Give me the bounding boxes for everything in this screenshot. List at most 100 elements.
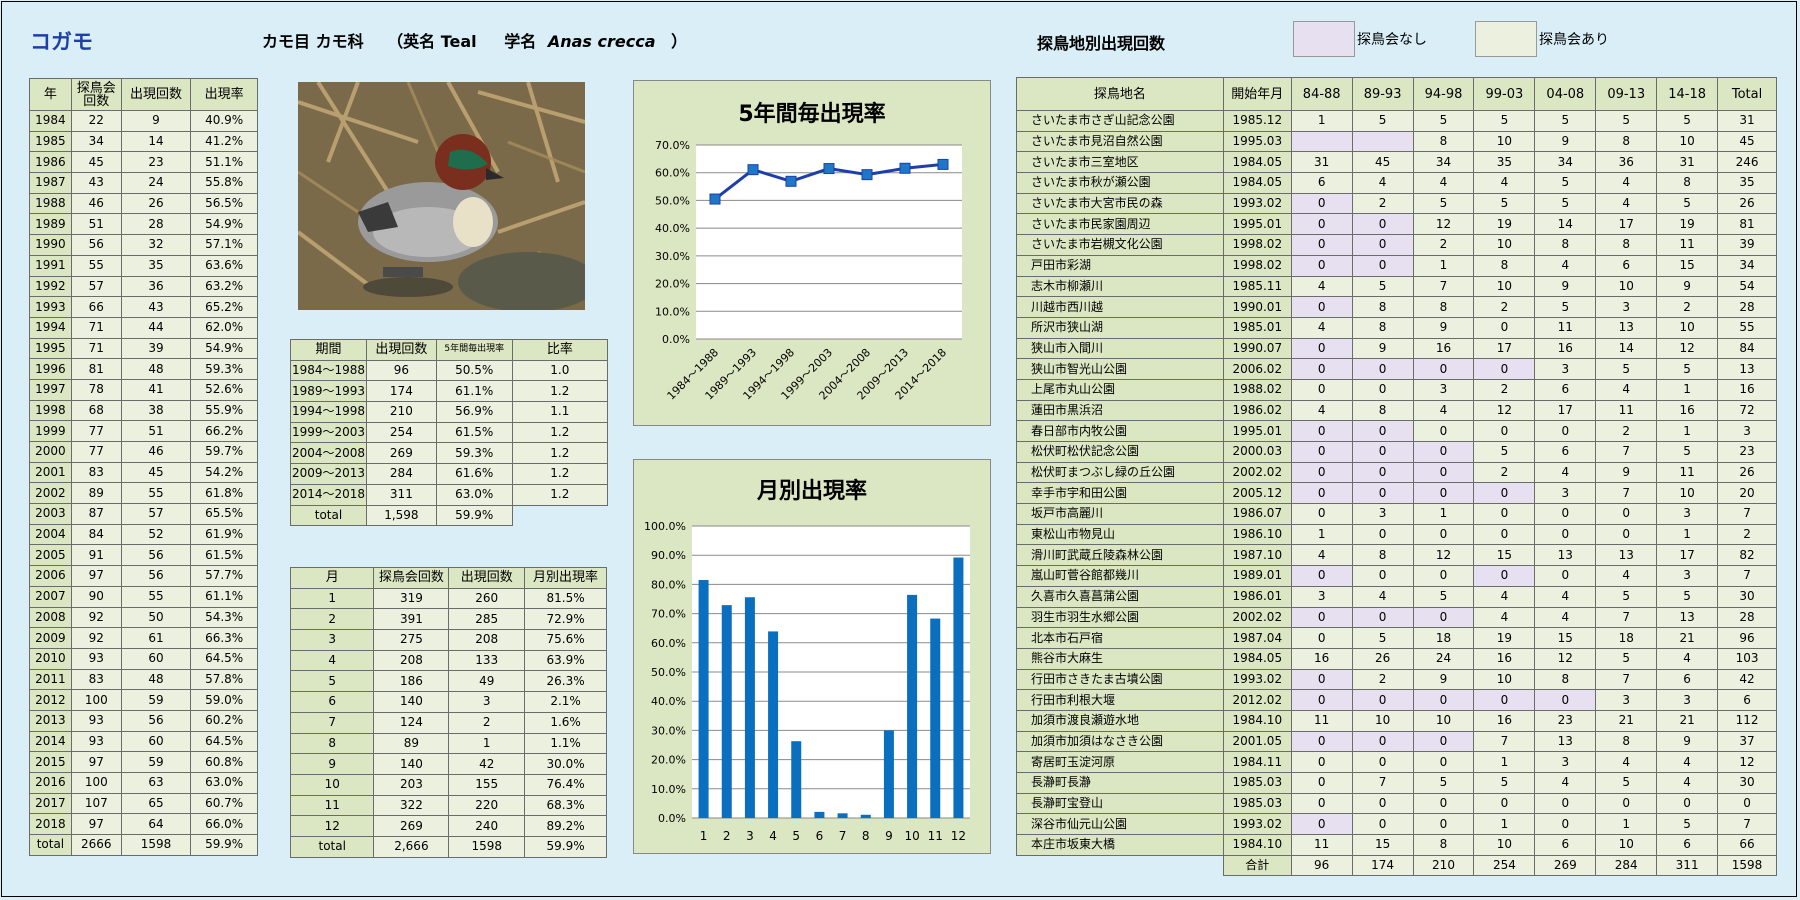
- monthly-row: 8 89 1 1.1%: [289, 732, 607, 755]
- yearly-header-cell: 出現回数: [120, 78, 192, 111]
- yearly-row: 2002 89 55 61.8%: [29, 482, 258, 505]
- site-row: 長瀞町宝登山 1985.03 0 0 0 0 0 0 0 0: [1016, 792, 1777, 815]
- monthly-table: 月探鳥会回数 出現回数 月別出現率 1 319 260 81.5% 2 391 285 72.9%…: [289, 567, 607, 858]
- yearly-cell: 59: [120, 751, 192, 773]
- x-tick-label: 8: [862, 829, 870, 843]
- site-cell: 36: [1595, 151, 1658, 174]
- site-cell: 0: [1412, 441, 1475, 463]
- monthly-cell: total: [289, 835, 375, 858]
- site-cell: 0: [1290, 461, 1353, 484]
- site-name-cell: さいたま市民家園周辺: [1016, 213, 1224, 236]
- site-name-cell: 狭山市智光山公園: [1016, 358, 1224, 380]
- site-cell: 14: [1595, 337, 1658, 360]
- site-cell: 10: [1351, 709, 1414, 732]
- site-cell: 8: [1595, 234, 1658, 256]
- site-cell: 16: [1412, 337, 1475, 360]
- site-cell: 1995.01: [1222, 420, 1292, 442]
- site-row: さいたま市大宮市民の森 1993.02 0 2 5 5 5 4 5 26: [1016, 192, 1777, 215]
- yearly-cell: 57: [70, 275, 122, 298]
- monthly-cell: 59.9%: [524, 835, 607, 858]
- site-cell: 6: [1290, 172, 1353, 194]
- site-total-cell: 311: [1656, 854, 1719, 877]
- site-cell: 0: [1351, 441, 1414, 463]
- site-cell: 3: [1656, 503, 1719, 525]
- site-cell: 26: [1351, 647, 1414, 670]
- site-cell: 11: [1595, 399, 1658, 422]
- site-cell: 7: [1595, 441, 1658, 463]
- yearly-row: 2017 107 65 60.7%: [29, 792, 258, 815]
- yearly-cell: 55: [70, 254, 122, 277]
- yearly-cell: 60.2%: [190, 709, 258, 732]
- monthly-cell: 30.0%: [524, 753, 607, 775]
- period-cell: 56.9%: [435, 401, 513, 423]
- monthly-cell: 203: [373, 773, 450, 796]
- site-cell: 24: [1412, 647, 1475, 670]
- site-cell: 0: [1290, 254, 1353, 277]
- site-cell: 0: [1412, 461, 1475, 484]
- bar: [883, 730, 894, 818]
- monthly-row: 6 140 3 2.1%: [289, 691, 607, 713]
- yearly-cell: 56: [120, 544, 192, 567]
- yearly-cell: 56: [120, 565, 192, 587]
- period-total-blank: [512, 505, 607, 526]
- site-row: 上尾市丸山公園 1988.02 0 0 3 2 6 4 1 16: [1016, 378, 1777, 401]
- yearly-cell: 24: [120, 172, 192, 194]
- site-cell: 16: [1290, 647, 1353, 670]
- period-cell: 1.2: [511, 442, 609, 465]
- site-cell: 4: [1534, 585, 1597, 608]
- yearly-cell: 55.8%: [190, 172, 258, 194]
- teal-illustration: [298, 82, 585, 310]
- site-name-cell: 東松山市物見山: [1016, 523, 1224, 546]
- yearly-cell: 1598: [120, 834, 192, 856]
- yearly-cell: 55: [120, 482, 192, 505]
- site-cell: 5: [1656, 585, 1719, 608]
- site-cell: 1984.05: [1222, 172, 1292, 194]
- y-tick-label: 90.0%: [651, 549, 686, 562]
- monthly-cell: 269: [373, 815, 450, 837]
- x-tick-label: 5: [792, 829, 800, 843]
- site-cell: 3: [1534, 358, 1597, 380]
- site-cell: 4: [1534, 606, 1597, 629]
- period-cell: 1.1: [511, 401, 609, 423]
- site-cell: 81: [1717, 213, 1777, 236]
- site-cell: 1985.03: [1222, 772, 1292, 794]
- yearly-cell: 54.3%: [190, 606, 258, 629]
- site-cell: 23: [1534, 709, 1597, 732]
- site-cell: 4: [1351, 585, 1414, 608]
- site-cell: 16: [1473, 647, 1536, 670]
- yearly-cell: 2000: [29, 441, 72, 463]
- yearly-cell: 1992: [29, 275, 72, 298]
- site-cell: 11: [1656, 461, 1719, 484]
- monthly-cell: 89: [373, 732, 450, 755]
- site-cell: 42: [1717, 668, 1777, 691]
- page-title: コガモ: [30, 30, 93, 54]
- site-cell: 1989.01: [1222, 565, 1292, 587]
- yearly-cell: 59.0%: [190, 689, 258, 711]
- site-cell: 0: [1595, 792, 1658, 815]
- site-cell: 16: [1656, 399, 1719, 422]
- data-point: [785, 175, 797, 187]
- site-cell: 28: [1717, 296, 1777, 318]
- scientific-name: Anas crecca: [547, 32, 656, 51]
- site-row: 行田市利根大堰 2012.02 0 0 0 0 0 3 3 6: [1016, 689, 1777, 711]
- site-cell: 5: [1656, 110, 1719, 132]
- site-cell: 6: [1534, 834, 1597, 856]
- site-cell: 23: [1717, 441, 1777, 463]
- site-cell: 1988.02: [1222, 378, 1292, 401]
- site-name-cell: 長瀞町長瀞: [1016, 772, 1224, 794]
- yearly-cell: 60: [120, 730, 192, 753]
- site-cell: 2: [1412, 234, 1475, 256]
- yearly-cell: 2017: [29, 792, 72, 815]
- site-cell: 10: [1473, 234, 1536, 256]
- legend-no-event-label: 探鳥会なし: [1357, 32, 1427, 48]
- yearly-cell: 59: [120, 689, 192, 711]
- yearly-row: 1988 46 26 56.5%: [29, 192, 258, 215]
- yearly-cell: 83: [70, 461, 122, 484]
- site-row: 松伏町まつぶし緑の丘公園 2002.02 0 0 0 2 4 9 11 26: [1016, 461, 1777, 484]
- period-header-cell: 比率: [511, 339, 609, 361]
- site-cell: 2002.02: [1222, 461, 1292, 484]
- yearly-row: 2012 100 59 59.0%: [29, 689, 258, 711]
- site-cell: 10: [1473, 834, 1536, 856]
- yearly-cell: 36: [120, 275, 192, 298]
- site-header-cell: 探鳥地名: [1016, 77, 1224, 111]
